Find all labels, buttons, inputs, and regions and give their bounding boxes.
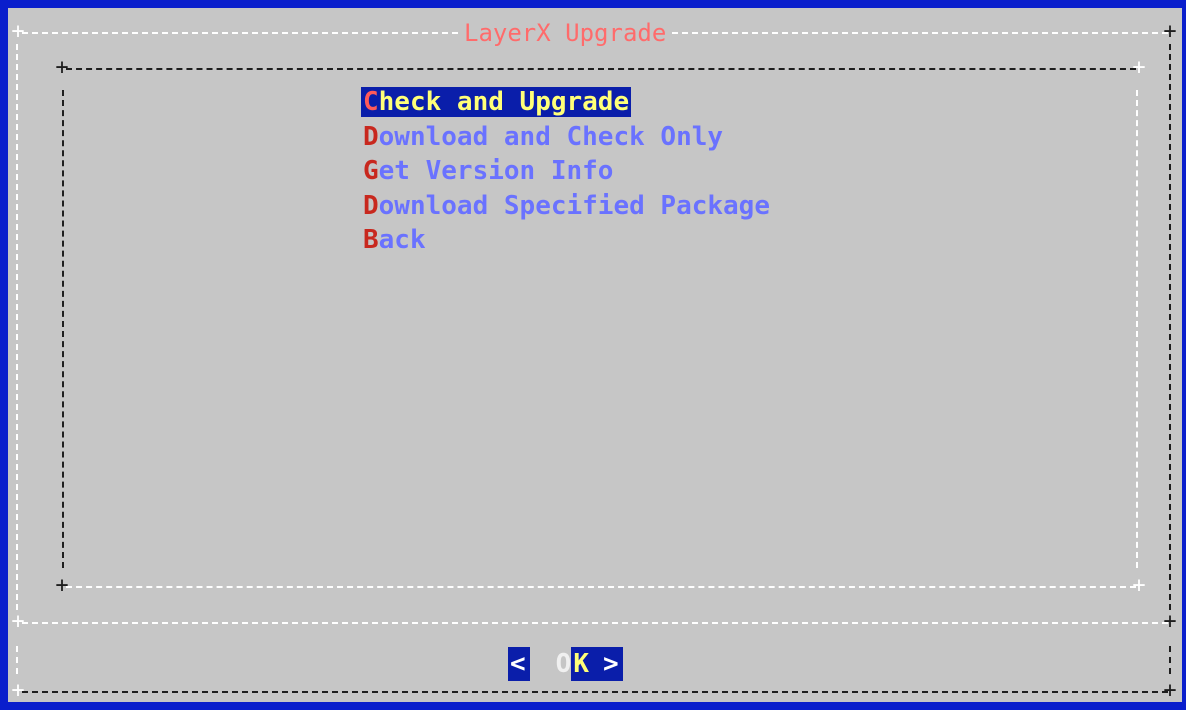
menu-item-hotkey: C <box>363 87 379 117</box>
ok-label: K <box>571 647 603 681</box>
menu-item-download-specified-package[interactable]: Download Specified Package <box>361 189 772 224</box>
dialog-bottom-border <box>22 691 1168 693</box>
dialog-left-border <box>16 44 18 610</box>
menu-item-hotkey: D <box>363 121 379 152</box>
dialog-right-border <box>1169 44 1171 610</box>
menu-item-download-and-check-only[interactable]: Download and Check Only <box>361 120 772 155</box>
dialog-top-right-corner: + <box>1163 19 1177 44</box>
button-area-right-border <box>1169 646 1171 674</box>
menu-item-text: heck and Upgrade <box>378 87 630 117</box>
menu-item-text: ownload Specified Package <box>378 190 770 221</box>
menu-item-hotkey: G <box>363 156 379 186</box>
menu-box-bottom-right-corner: + <box>1132 573 1146 598</box>
menu-box-bottom-border <box>66 586 1136 588</box>
menu-item-label: Check and Upgrade <box>361 87 632 117</box>
menu-item-check-and-upgrade[interactable]: Check and Upgrade <box>361 85 772 120</box>
menu-item-text: ack <box>378 225 426 255</box>
dialog-bottom-right-corner: + <box>1163 678 1177 703</box>
upgrade-dialog: + + LayerX Upgrade + + + + + + + + Check… <box>8 8 1182 702</box>
ok-left-bracket: < <box>508 647 530 681</box>
menu-box-top-border <box>66 68 1136 70</box>
separator-left-corner: + <box>11 609 25 634</box>
menu-item-label: Get Version Info <box>361 156 615 186</box>
menu-box-top-left-corner: + <box>55 55 69 80</box>
upgrade-menu: Check and Upgrade Download and Check Onl… <box>361 85 772 258</box>
menu-box-left-border <box>62 90 64 568</box>
ok-hotkey: O <box>555 649 572 679</box>
dialog-bottom-left-corner: + <box>11 678 25 703</box>
menu-item-label: Back <box>361 225 428 255</box>
menu-box-top-right-corner: + <box>1132 55 1146 80</box>
dialog-top-left-corner: + <box>11 19 25 44</box>
menu-item-get-version-info[interactable]: Get Version Info <box>361 154 772 189</box>
separator-right-corner: + <box>1163 609 1177 634</box>
menu-item-text: et Version Info <box>378 156 614 186</box>
dialog-title: LayerX Upgrade <box>460 18 671 48</box>
ok-button[interactable]: < OK > <box>508 647 623 681</box>
menu-item-text: ownload and Check Only <box>378 121 724 152</box>
menu-box-right-border <box>1136 90 1138 568</box>
button-area-left-border <box>16 646 18 674</box>
button-area-separator <box>22 622 1168 624</box>
menu-item-label: Download and Check Only <box>361 122 725 152</box>
ok-right-bracket: > <box>602 647 623 681</box>
menu-item-back[interactable]: Back <box>361 223 772 258</box>
menu-box-bottom-left-corner: + <box>55 573 69 598</box>
menu-item-hotkey: D <box>363 190 379 221</box>
menu-item-hotkey: B <box>363 225 379 255</box>
menu-item-label: Download Specified Package <box>361 191 772 221</box>
